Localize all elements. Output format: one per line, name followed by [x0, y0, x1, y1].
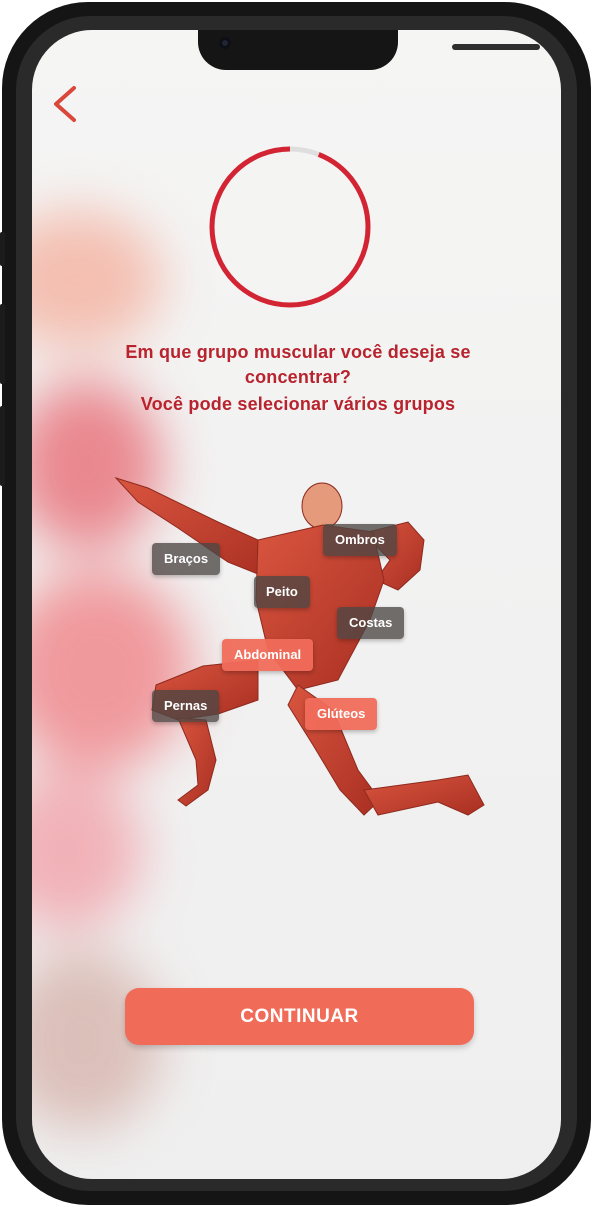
chevron-left-icon — [54, 86, 76, 122]
volume-up-button — [0, 304, 5, 384]
tag-peito[interactable]: Peito — [254, 576, 310, 608]
back-button[interactable] — [47, 84, 87, 124]
question-line-1: Em que grupo muscular você deseja se — [125, 342, 471, 362]
tag-bracos[interactable]: Braços — [152, 543, 221, 575]
tag-pernas[interactable]: Pernas — [152, 690, 220, 722]
speaker-grille — [452, 44, 540, 50]
volume-down-button — [0, 406, 5, 486]
front-camera — [219, 37, 231, 49]
question-subtitle: Você pode selecionar vários grupos — [140, 394, 456, 414]
mute-switch — [0, 232, 5, 266]
continue-button[interactable]: CONTINUAR — [125, 988, 474, 1045]
progress-ring — [205, 146, 375, 308]
tag-costas[interactable]: Costas — [337, 607, 405, 639]
tag-gluteos[interactable]: Glúteos — [305, 698, 378, 730]
tag-abdominal[interactable]: Abdominal — [222, 639, 314, 671]
continue-label: CONTINUAR — [240, 1005, 359, 1027]
camera-notch — [198, 30, 540, 70]
question-line-2: concentrar? — [244, 367, 352, 387]
app-screen: Em que grupo muscular você deseja se con… — [32, 30, 561, 1179]
tag-ombros[interactable]: Ombros — [323, 524, 397, 556]
